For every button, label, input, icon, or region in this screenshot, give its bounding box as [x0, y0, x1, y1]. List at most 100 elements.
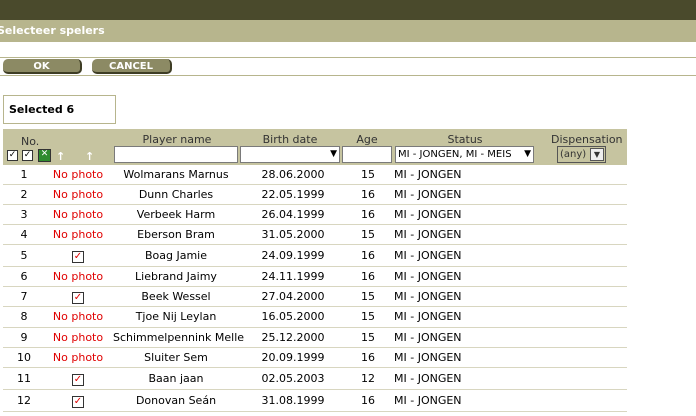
sort-up-icon[interactable]: ↑ [85, 150, 94, 163]
chevron-down-icon: ▼ [590, 148, 604, 161]
age: 12 [361, 372, 375, 385]
table-row[interactable]: 9 No photo Schimmelpennink Melle 25.12.2000… [3, 328, 627, 348]
player-name[interactable]: Schimmelpennink Melle [113, 328, 244, 347]
birth-date: 20.09.1999 [261, 351, 325, 364]
status: MI - JONGEN [394, 249, 462, 262]
row-number: 9 [20, 331, 28, 344]
player-name[interactable]: Wolmarans Marnus [113, 165, 239, 184]
birth-date-filter[interactable]: ▼ [240, 146, 340, 163]
birth-date: 26.04.1999 [261, 208, 325, 221]
chevron-down-icon: ▼ [330, 149, 337, 159]
table-row[interactable]: 6 No photo Liebrand Jaimy 24.11.1999 16 MI - … [3, 267, 627, 287]
row-number: 3 [20, 208, 28, 221]
player-name[interactable]: Boag Jamie [113, 245, 239, 266]
age: 15 [361, 331, 375, 344]
player-checkbox[interactable]: ✓ [50, 368, 106, 389]
page-title: Selecteer spelers [0, 24, 105, 37]
clear-selection-icon[interactable]: ✕ [38, 149, 51, 162]
top-bar [0, 0, 696, 20]
select-all-checkbox[interactable]: ✓ [7, 150, 18, 161]
player-checkbox[interactable]: ✓ [50, 287, 106, 306]
player-name-filter[interactable] [114, 146, 238, 163]
table-row[interactable]: 10 No photo Sluiter Sem 20.09.1999 16 MI - JO… [3, 348, 627, 368]
status: MI - JONGEN [394, 372, 462, 385]
table-row[interactable]: 2 No photo Dunn Charles 22.05.1999 16 MI - JO… [3, 185, 627, 205]
no-photo-label: No photo [52, 228, 104, 241]
birth-date: 28.06.2000 [261, 168, 325, 181]
player-name[interactable]: Verbeek Harm [113, 205, 239, 224]
row-number: 11 [17, 372, 31, 385]
row-number: 1 [20, 168, 28, 181]
cancel-button[interactable]: CANCEL [92, 59, 172, 74]
birth-date: 24.09.1999 [261, 249, 325, 262]
header-age: Age [356, 133, 378, 146]
no-photo-label: No photo [52, 208, 104, 221]
no-photo-label: No photo [52, 168, 104, 181]
player-name[interactable]: Baan jaan [113, 368, 239, 389]
age: 16 [361, 208, 375, 221]
status: MI - JONGEN [394, 394, 462, 407]
age: 16 [361, 249, 375, 262]
table-row[interactable]: 11 ✓ Baan jaan 02.05.2003 12 MI - JONGEN [3, 368, 627, 390]
row-number: 12 [17, 394, 31, 407]
table-row[interactable]: 5 ✓ Boag Jamie 24.09.1999 16 MI - JONGEN [3, 245, 627, 267]
header-player-name: Player name [142, 133, 212, 146]
header-no: No. [21, 135, 40, 148]
player-checkbox[interactable]: ✓ [50, 390, 106, 411]
status-filter[interactable]: MI - JONGEN, MI - MEIS ▼ [395, 146, 534, 163]
row-number: 8 [20, 310, 28, 323]
age: 16 [361, 394, 375, 407]
table-row[interactable]: 3 No photo Verbeek Harm 26.04.1999 16 MI - JO… [3, 205, 627, 225]
no-photo-label: No photo [52, 331, 104, 344]
birth-date: 02.05.2003 [261, 372, 325, 385]
row-number: 6 [20, 270, 28, 283]
checkmark-icon[interactable]: ✓ [72, 251, 84, 263]
table-row[interactable]: 8 No photo Tjoe Nij Leylan 16.05.2000 15 MI -… [3, 307, 627, 328]
status: MI - JONGEN [394, 351, 462, 364]
age: 16 [361, 270, 375, 283]
table-row[interactable]: 7 ✓ Beek Wessel 27.04.2000 15 MI - JONGEN [3, 287, 627, 307]
no-photo-label: No photo [52, 310, 104, 323]
player-name[interactable]: Eberson Bram [113, 225, 239, 244]
age: 15 [361, 168, 375, 181]
checkmark-icon[interactable]: ✓ [72, 292, 84, 304]
button-strip: OK CANCEL [0, 57, 696, 76]
player-name[interactable]: Sluiter Sem [113, 348, 239, 367]
age: 15 [361, 310, 375, 323]
player-name[interactable]: Donovan Seán [113, 390, 239, 411]
checkmark-icon[interactable]: ✓ [72, 374, 84, 386]
table-row[interactable]: 4 No photo Eberson Bram 31.05.2000 15 MI - JO… [3, 225, 627, 245]
player-name[interactable]: Beek Wessel [113, 287, 239, 306]
status: MI - JONGEN [394, 228, 462, 241]
birth-date: 16.05.2000 [261, 310, 325, 323]
age-filter[interactable] [342, 146, 392, 163]
age: 15 [361, 228, 375, 241]
selected-count: Selected 6 players [3, 95, 116, 143]
invert-selection-checkbox[interactable]: ✓ [22, 150, 33, 161]
age: 15 [361, 290, 375, 303]
sort-up-icon[interactable]: ↑ [56, 150, 65, 163]
status: MI - JONGEN [394, 168, 462, 181]
player-name[interactable]: Dunn Charles [113, 185, 239, 204]
player-name[interactable]: Liebrand Jaimy [113, 267, 239, 286]
checkmark-icon[interactable]: ✓ [72, 396, 84, 408]
chevron-down-icon: ▼ [522, 147, 531, 162]
status-filter-value: MI - JONGEN, MI - MEIS [398, 149, 512, 160]
row-number: 4 [20, 228, 28, 241]
dispensation-filter[interactable]: (any) ▼ [557, 146, 606, 163]
status: MI - JONGEN [394, 270, 462, 283]
ok-button[interactable]: OK [3, 59, 82, 74]
status: MI - JONGEN [394, 208, 462, 221]
player-name[interactable]: Tjoe Nij Leylan [113, 307, 239, 327]
dispensation-filter-value: (any) [560, 149, 587, 160]
status: MI - JONGEN [394, 310, 462, 323]
table-row[interactable]: 12 ✓ Donovan Seán 31.08.1999 16 MI - JONGEN [3, 390, 627, 412]
birth-date: 24.11.1999 [261, 270, 325, 283]
player-checkbox[interactable]: ✓ [50, 245, 106, 266]
status: MI - JONGEN [394, 290, 462, 303]
header-status: Status [447, 133, 483, 146]
players-table: No. Player name Birth date Age Status Di… [3, 129, 627, 416]
row-number: 10 [17, 351, 31, 364]
row-number: 7 [20, 290, 28, 303]
table-row[interactable]: 1 No photo Wolmarans Marnus 28.06.2000 15 MI … [3, 165, 627, 185]
